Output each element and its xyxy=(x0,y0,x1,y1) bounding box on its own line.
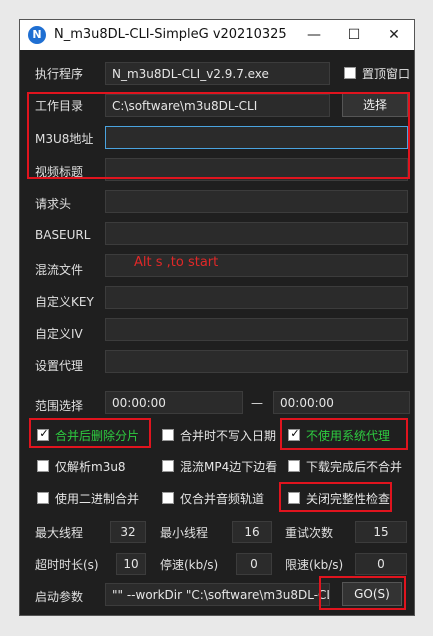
topmost-checkbox[interactable] xyxy=(344,67,356,79)
retry-input[interactable]: 15 xyxy=(355,521,407,543)
key-input[interactable] xyxy=(105,286,408,309)
option-checkbox[interactable] xyxy=(162,460,174,472)
timeout-input[interactable]: 10 xyxy=(116,553,146,575)
key-label: 自定义KEY xyxy=(35,295,94,309)
range-label: 范围选择 xyxy=(35,399,84,413)
title-bar: N N_m3u8DL-CLI-SimpleG v20210325 — ☐ ✕ xyxy=(20,20,414,50)
headers-label: 请求头 xyxy=(35,197,72,211)
annotation-box xyxy=(27,92,410,179)
exe-field[interactable]: N_m3u8DL-CLI_v2.9.7.exe xyxy=(105,62,330,85)
shortcut-hint: Alt s ,to start xyxy=(134,255,219,270)
annotation-box xyxy=(319,576,406,610)
option-label: 使用二进制合并 xyxy=(55,492,140,506)
proxy-label: 设置代理 xyxy=(35,359,84,373)
max-threads-label: 最大线程 xyxy=(35,526,84,540)
proxy-input[interactable] xyxy=(105,350,408,373)
limit-speed-input[interactable]: 0 xyxy=(355,553,407,575)
range-end-input[interactable]: 00:00:00 xyxy=(273,391,410,414)
launch-args-field[interactable]: "" --workDir "C:\software\m3u8DL-CLI xyxy=(105,583,330,606)
option-checkbox[interactable] xyxy=(162,492,174,504)
close-button[interactable]: ✕ xyxy=(374,20,414,50)
min-threads-input[interactable]: 16 xyxy=(232,521,272,543)
option-label: 仅解析m3u8 xyxy=(55,460,126,474)
timeout-label: 超时时长(s) xyxy=(35,558,99,572)
range-start-input[interactable]: 00:00:00 xyxy=(105,391,243,414)
max-threads-input[interactable]: 32 xyxy=(110,521,146,543)
maximize-button[interactable]: ☐ xyxy=(334,20,374,50)
limit-speed-label: 限速(kb/s) xyxy=(285,558,344,572)
launch-label: 启动参数 xyxy=(35,590,84,604)
headers-input[interactable] xyxy=(105,190,408,213)
option-checkbox[interactable] xyxy=(288,460,300,472)
option-checkbox[interactable] xyxy=(162,429,174,441)
option-label: 下载完成后不合并 xyxy=(306,460,403,474)
window-title: N_m3u8DL-CLI-SimpleG v20210325 xyxy=(54,27,287,42)
topmost-label: 置顶窗口 xyxy=(362,67,411,81)
mux-label: 混流文件 xyxy=(35,263,84,277)
exe-label: 执行程序 xyxy=(35,67,84,81)
iv-input[interactable] xyxy=(105,318,408,341)
baseurl-input[interactable] xyxy=(105,222,408,245)
option-label: 仅合并音频轨道 xyxy=(180,492,265,506)
annotation-box xyxy=(279,482,392,512)
retry-label: 重试次数 xyxy=(285,526,334,540)
option-checkbox[interactable] xyxy=(37,460,49,472)
range-dash: — xyxy=(251,396,263,410)
iv-label: 自定义IV xyxy=(35,327,83,341)
min-threads-label: 最小线程 xyxy=(160,526,209,540)
stop-speed-label: 停速(kb/s) xyxy=(160,558,219,572)
option-checkbox[interactable] xyxy=(37,492,49,504)
app-icon: N xyxy=(28,26,46,44)
option-label: 合并时不写入日期 xyxy=(180,429,277,443)
baseurl-label: BASEURL xyxy=(35,228,91,242)
annotation-box xyxy=(280,418,408,450)
minimize-button[interactable]: — xyxy=(294,20,334,50)
option-label: 混流MP4边下边看 xyxy=(180,460,278,474)
stop-speed-input[interactable]: 0 xyxy=(236,553,272,575)
annotation-box xyxy=(29,418,151,448)
